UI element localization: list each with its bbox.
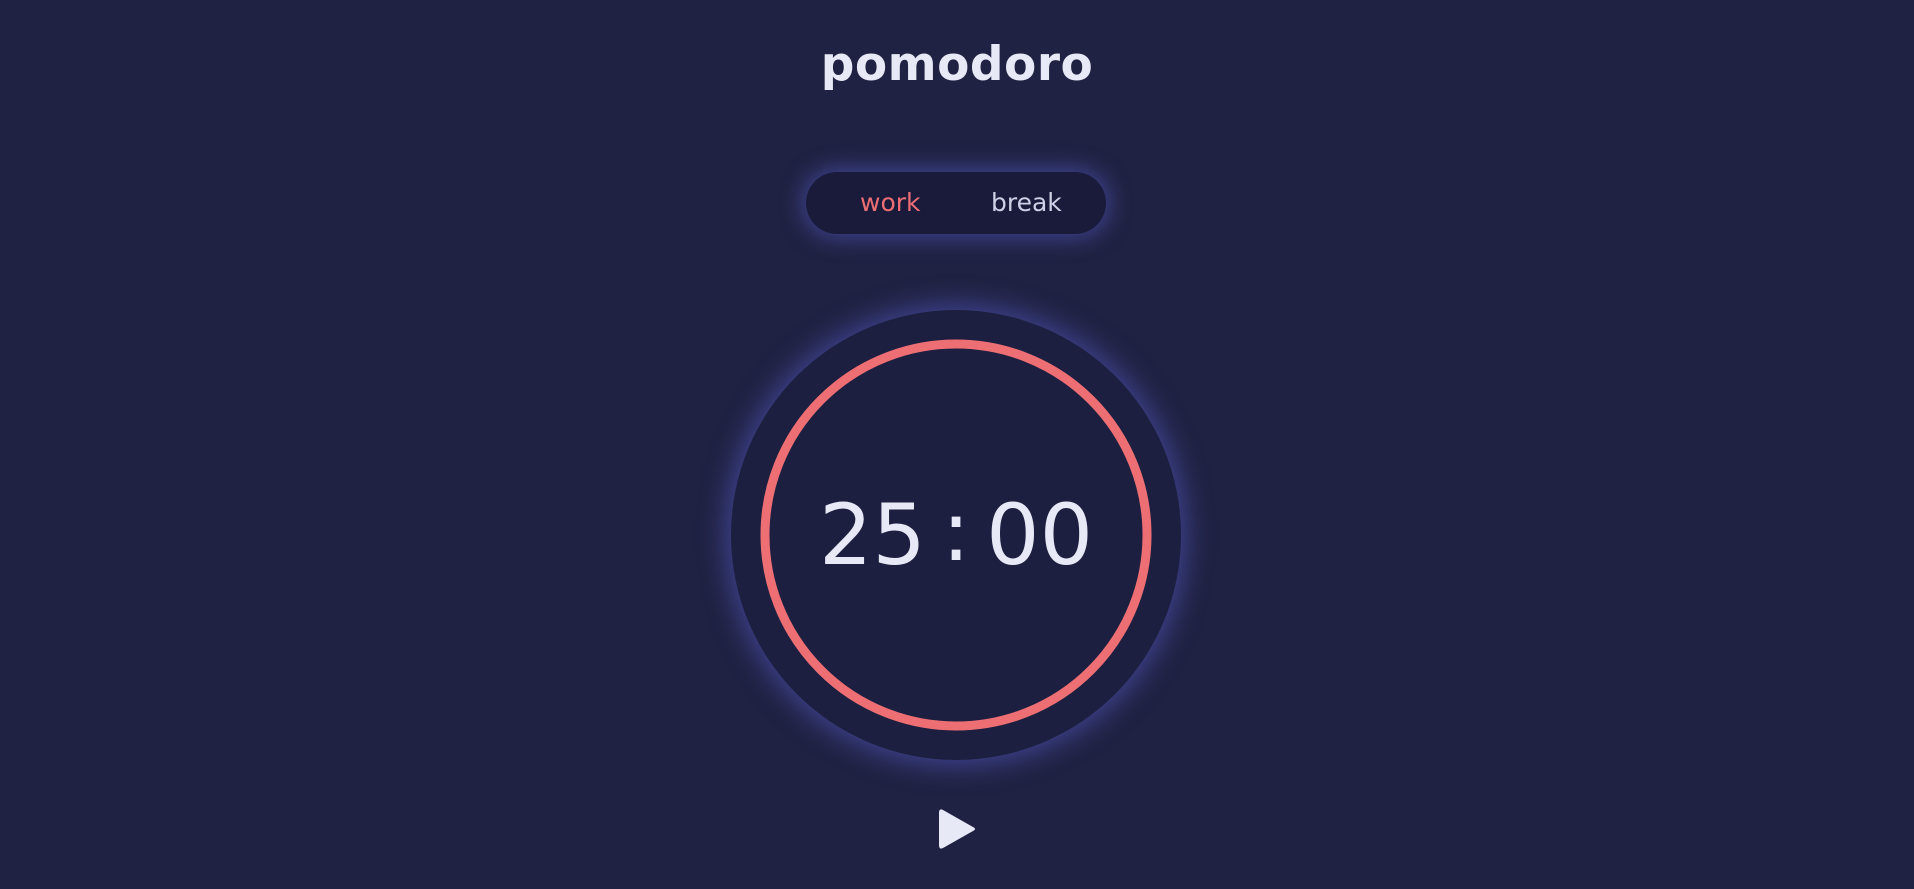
timer-minutes: 25 — [818, 486, 926, 584]
app-title: pomodoro — [820, 37, 1094, 92]
timer-seconds: 00 — [986, 486, 1094, 584]
timer-display: 25 : 00 — [731, 310, 1181, 760]
play-icon[interactable] — [937, 806, 977, 852]
pomodoro-app: pomodoro work break 25 : 00 — [0, 0, 1914, 889]
timer-separator: : — [941, 482, 971, 580]
mode-toggle: work break — [806, 172, 1106, 234]
mode-work-button[interactable]: work — [860, 172, 921, 234]
mode-break-button[interactable]: break — [991, 172, 1062, 234]
timer-dial: 25 : 00 — [731, 310, 1181, 760]
